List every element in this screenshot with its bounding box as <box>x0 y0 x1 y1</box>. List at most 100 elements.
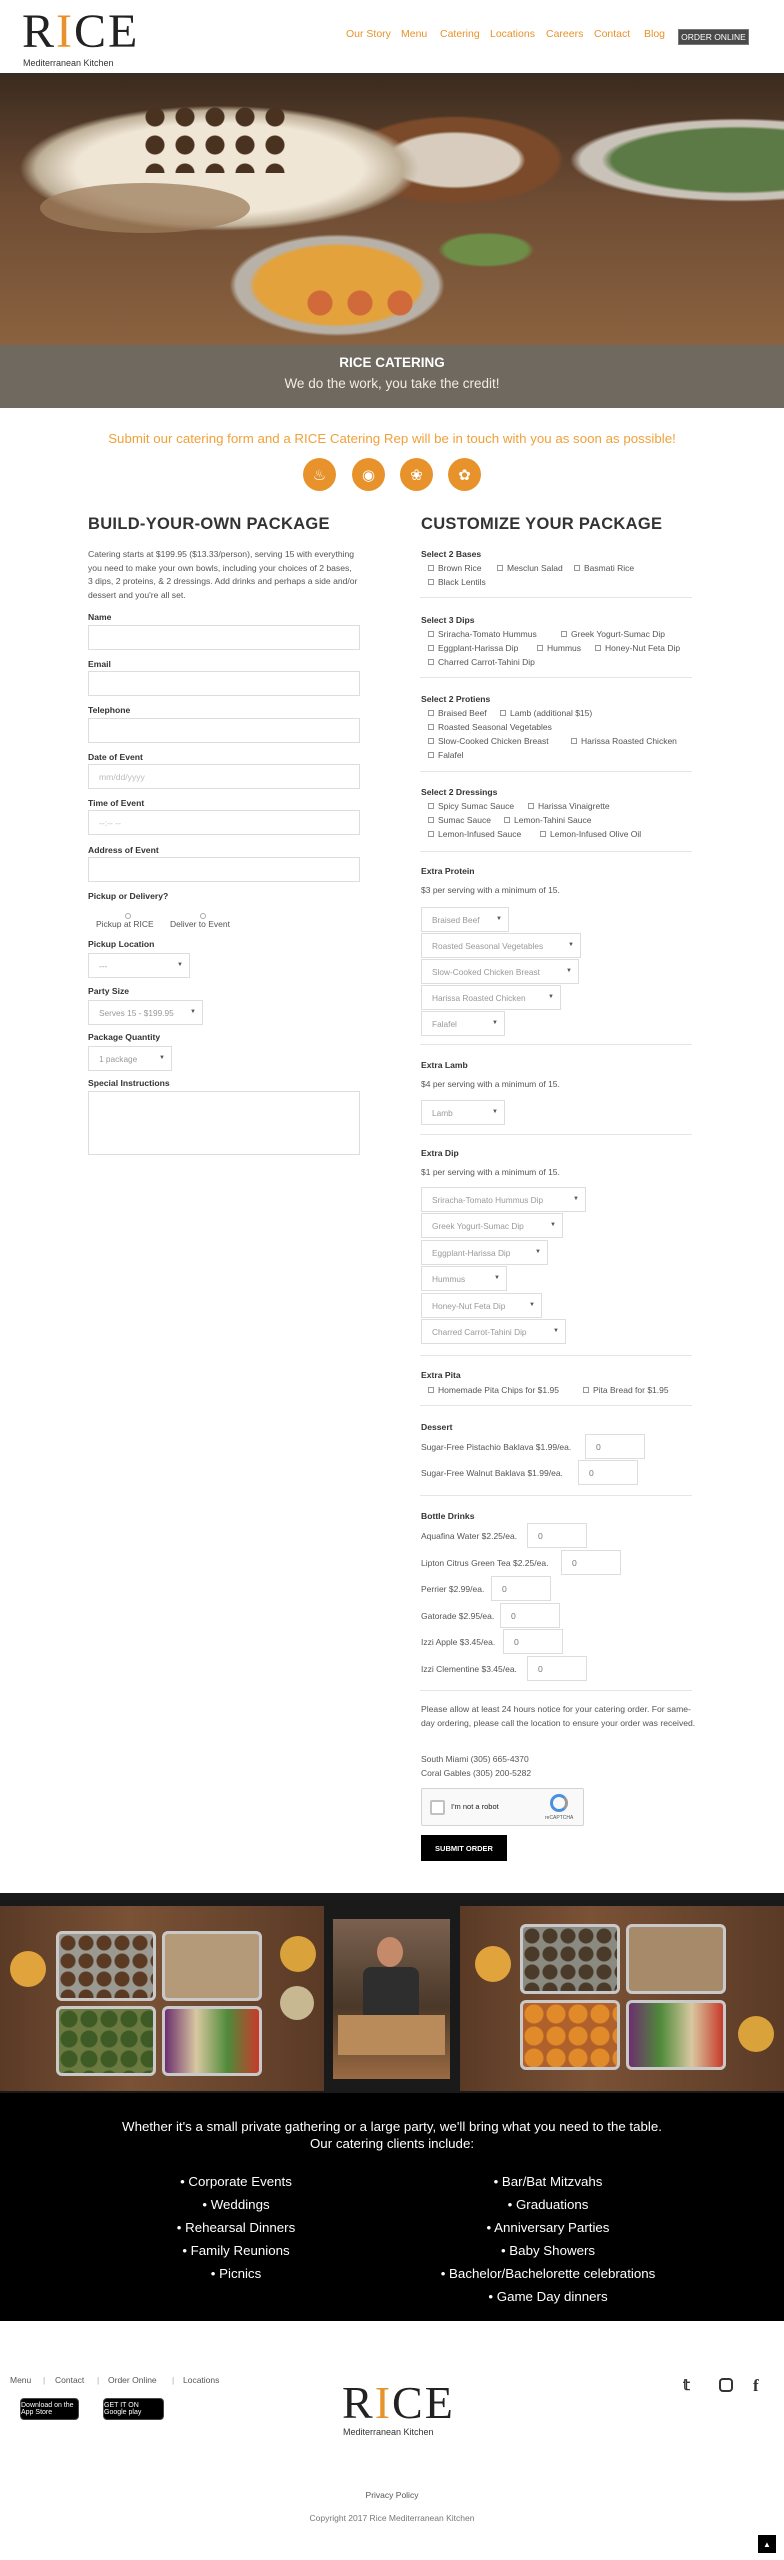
location-select[interactable]: --- ▼ <box>88 953 190 978</box>
extra-dip-select[interactable]: Eggplant-Harissa Dip ▼ <box>421 1240 548 1265</box>
dip-option[interactable]: Charred Carrot-Tahini Dip <box>428 657 535 667</box>
logo-tagline: Mediterranean Kitchen <box>23 58 114 68</box>
base-option[interactable]: Mesclun Salad <box>497 563 563 573</box>
extra-protein-select[interactable]: Slow-Cooked Chicken Breast ▼ <box>421 959 579 984</box>
facebook-icon[interactable]: f <box>753 2376 759 2396</box>
protein-option[interactable]: Slow-Cooked Chicken Breast <box>428 736 549 746</box>
recaptcha-widget[interactable]: I'm not a robot reCAPTCHA <box>421 1788 584 1826</box>
recaptcha-checkbox[interactable] <box>430 1800 445 1815</box>
base-option[interactable]: Black Lentils <box>428 577 486 587</box>
nav-careers[interactable]: Careers <box>546 28 583 40</box>
drink-qty-input[interactable]: 0 <box>561 1550 621 1575</box>
base-option[interactable]: Brown Rice <box>428 563 481 573</box>
catering-tray-image <box>0 1906 324 2091</box>
footer-logo[interactable]: RICE Mediterranean Kitchen <box>342 2380 453 2440</box>
dressing-option[interactable]: Sumac Sauce <box>428 815 491 825</box>
base-option[interactable]: Basmati Rice <box>574 563 634 573</box>
extra-dip-select[interactable]: Honey-Nut Feta Dip ▼ <box>421 1293 542 1318</box>
drink-qty-input[interactable]: 0 <box>491 1576 551 1601</box>
drink-qty-input[interactable]: 0 <box>527 1656 587 1681</box>
nav-locations[interactable]: Locations <box>490 28 535 40</box>
protein-option[interactable]: Harissa Roasted Chicken <box>571 736 677 746</box>
extra-protein-select[interactable]: Harissa Roasted Chicken ▼ <box>421 985 561 1010</box>
catering-tray-image <box>460 1906 784 2091</box>
protein-option[interactable]: Braised Beef <box>428 708 487 718</box>
google-play-badge[interactable]: GET IT ON Google play <box>103 2398 164 2420</box>
app-store-badge[interactable]: Download on the App Store <box>20 2398 79 2420</box>
twitter-icon[interactable]: 𝕥 <box>683 2376 690 2394</box>
address-input[interactable] <box>88 857 360 882</box>
footer-link-order-online[interactable]: Order Online <box>108 2375 157 2385</box>
pita-option[interactable]: Pita Bread for $1.95 <box>583 1385 669 1395</box>
dressing-option[interactable]: Spicy Sumac Sauce <box>428 801 514 811</box>
extra-dip-select[interactable]: Hummus ▼ <box>421 1266 507 1291</box>
nav-menu[interactable]: Menu <box>401 28 427 40</box>
nav-blog[interactable]: Blog <box>644 28 665 40</box>
privacy-policy-link[interactable]: Privacy Policy <box>0 2490 784 2500</box>
dressing-option[interactable]: Lemon-Tahini Sauce <box>504 815 592 825</box>
drink-qty-input[interactable]: 0 <box>500 1603 560 1628</box>
dip-option[interactable]: Honey-Nut Feta Dip <box>595 643 680 653</box>
back-to-top-icon[interactable]: ▲ <box>758 2535 776 2553</box>
nav-catering[interactable]: Catering <box>440 28 480 40</box>
date-input[interactable]: mm/dd/yyyy <box>88 764 360 789</box>
footer-link-contact[interactable]: Contact <box>55 2375 84 2385</box>
submit-order-button[interactable]: SUBMIT ORDER <box>421 1835 507 1861</box>
logo[interactable]: RICE Mediterranean Kitchen <box>22 8 137 69</box>
party-size-select[interactable]: Serves 15 - $199.95 ▼ <box>88 1000 203 1025</box>
extra-dip-select[interactable]: Sriracha-Tomato Hummus Dip ▼ <box>421 1187 586 1212</box>
footer-link-menu[interactable]: Menu <box>10 2375 31 2385</box>
protein-option[interactable]: Roasted Seasonal Vegetables <box>428 722 552 732</box>
dessert-item-label: Sugar-Free Pistachio Baklava $1.99/ea. <box>421 1442 572 1452</box>
pita-icon: ✿ <box>448 458 481 491</box>
footer-separator: | <box>97 2375 100 2385</box>
time-input[interactable]: --:-- -- <box>88 810 360 835</box>
name-label: Name <box>88 612 112 622</box>
hero-title: RICE CATERING <box>339 355 445 370</box>
qty-label: Package Quantity <box>88 1032 161 1042</box>
order-online-button[interactable]: ORDER ONLINE <box>678 29 749 45</box>
package-quantity-select[interactable]: 1 package ▼ <box>88 1046 172 1071</box>
drink-item-label: Gatorade $2.95/ea. <box>421 1611 495 1621</box>
recaptcha-brand: reCAPTCHA <box>545 1815 574 1821</box>
instagram-icon[interactable] <box>719 2378 733 2392</box>
extra-protein-select[interactable]: Falafel ▼ <box>421 1011 505 1036</box>
dip-option[interactable]: Greek Yogurt-Sumac Dip <box>561 629 665 639</box>
footer-link-locations[interactable]: Locations <box>183 2375 219 2385</box>
extra-protein-select[interactable]: Roasted Seasonal Vegetables ▼ <box>421 933 581 958</box>
dip-option[interactable]: Eggplant-Harissa Dip <box>428 643 518 653</box>
instructions-textarea[interactable] <box>88 1091 360 1155</box>
extra-dip-select[interactable]: Greek Yogurt-Sumac Dip ▼ <box>421 1213 563 1238</box>
drink-item-label: Perrier $2.99/ea. <box>421 1584 485 1594</box>
dessert-qty-input[interactable]: 0 <box>585 1434 645 1459</box>
divider <box>420 677 692 678</box>
dressing-option[interactable]: Harissa Vinaigrette <box>528 801 610 811</box>
extra-dip-select[interactable]: Charred Carrot-Tahini Dip ▼ <box>421 1319 566 1344</box>
drink-qty-input[interactable]: 0 <box>527 1523 587 1548</box>
nav-contact[interactable]: Contact <box>594 28 630 40</box>
dressing-option[interactable]: Lemon-Infused Olive Oil <box>540 829 641 839</box>
drink-item-label: Izzi Clementine $3.45/ea. <box>421 1664 517 1674</box>
dip-option[interactable]: Hummus <box>537 643 581 653</box>
dessert-qty-input[interactable]: 0 <box>578 1460 638 1485</box>
extra-protein-select[interactable]: Braised Beef ▼ <box>421 907 509 932</box>
client-type-item: • Baby Showers <box>500 2243 596 2258</box>
nav-our-story[interactable]: Our Story <box>346 28 391 40</box>
dressing-option[interactable]: Lemon-Infused Sauce <box>428 829 521 839</box>
extra-lamb-select[interactable]: Lamb ▼ <box>421 1100 505 1125</box>
pita-option[interactable]: Homemade Pita Chips for $1.95 <box>428 1385 559 1395</box>
protein-option[interactable]: Lamb (additional $15) <box>500 708 592 718</box>
extra-dip-note: $1 per serving with a minimum of 15. <box>421 1167 560 1177</box>
drink-item-label: Lipton Citrus Green Tea $2.25/ea. <box>421 1558 549 1568</box>
time-label: Time of Event <box>88 798 145 808</box>
clients-subheadline: Our catering clients include: <box>309 2136 475 2151</box>
protein-option[interactable]: Falafel <box>428 750 464 760</box>
name-input[interactable] <box>88 625 360 650</box>
drink-qty-input[interactable]: 0 <box>503 1629 563 1654</box>
dip-option[interactable]: Sriracha-Tomato Hummus <box>428 629 537 639</box>
chef-image <box>333 1919 450 2079</box>
email-input[interactable] <box>88 671 360 696</box>
telephone-input[interactable] <box>88 718 360 743</box>
client-type-item: • Game Day dinners <box>488 2289 608 2304</box>
drinks-label: Bottle Drinks <box>421 1511 475 1521</box>
